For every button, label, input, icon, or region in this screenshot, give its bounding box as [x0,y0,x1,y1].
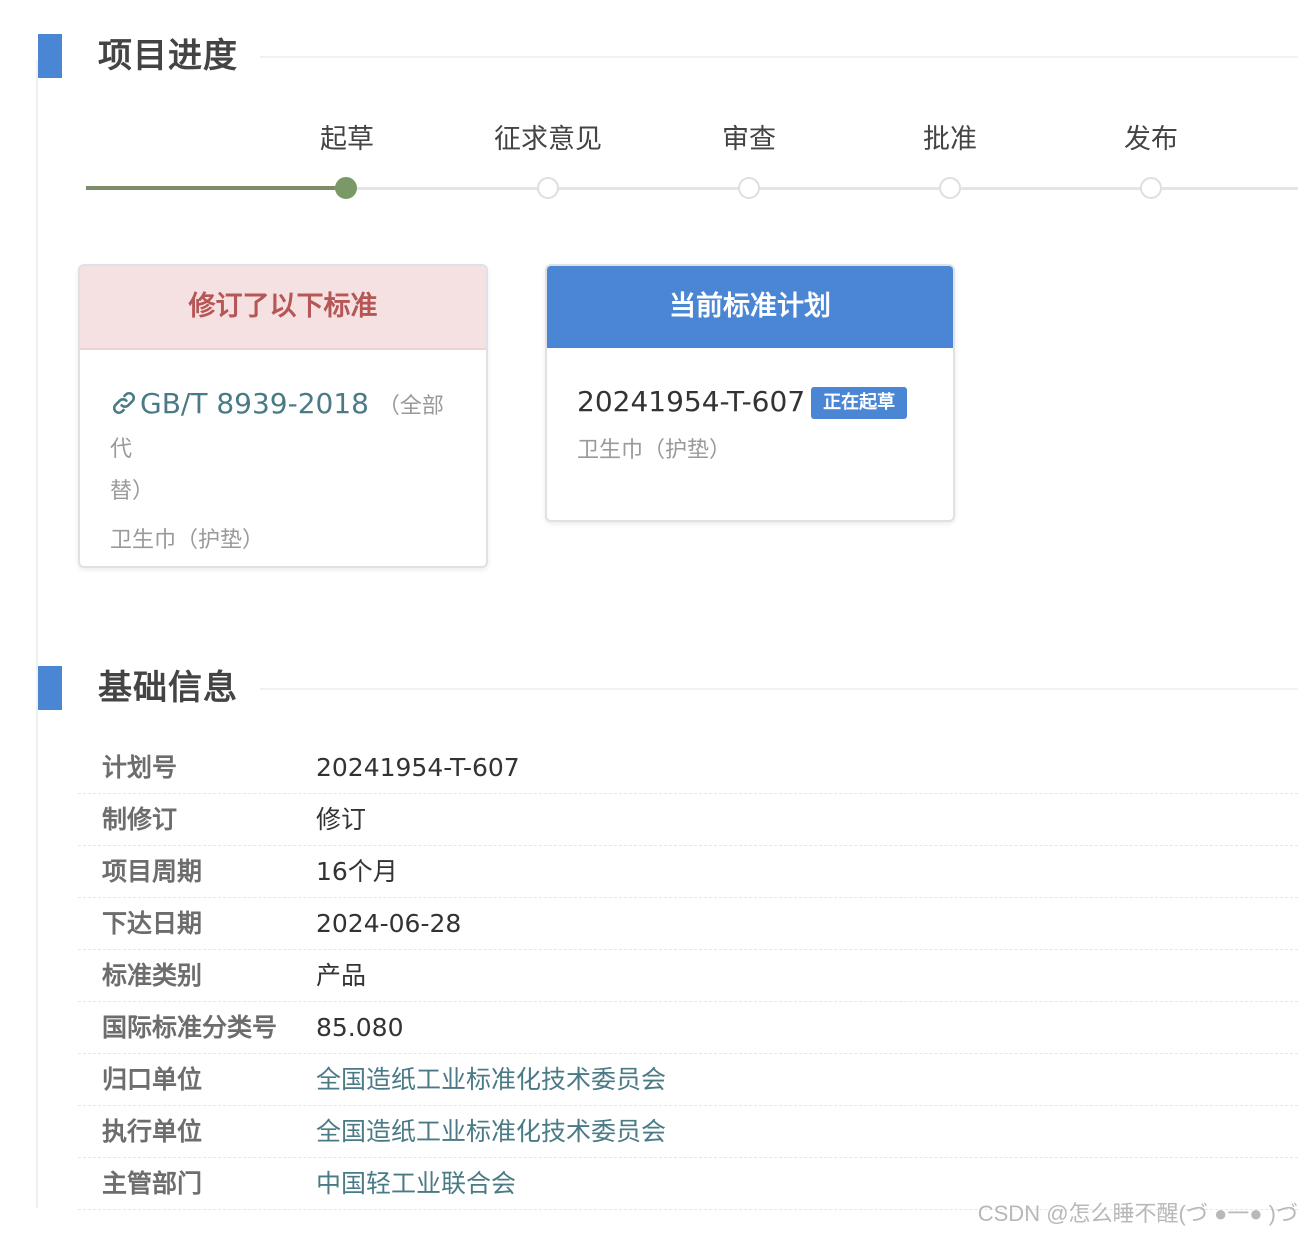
info-key: 标准类别 [102,961,203,990]
watermark: CSDN @怎么睡不醒(づ ●一● )づ [977,1201,1298,1226]
timeline-progress-fill [86,186,348,190]
link-icon [112,391,136,415]
section-accent-bar [38,666,62,710]
info-value: 16个月 [316,857,398,886]
info-key: 制修订 [102,805,178,834]
info-value-link[interactable]: 全国造纸工业标准化技术委员会 [316,1054,666,1105]
timeline-step-consultation[interactable]: 征求意见 [468,120,628,199]
info-row-revision-type: 制修订 修订 [78,794,1298,846]
info-key: 计划号 [102,753,178,782]
revised-standard-card: 修订了以下标准 GB/T 8939-2018 （全部代 替） 卫生巾（护垫） [78,264,488,568]
step-label: 发布 [1124,124,1178,155]
info-row-responsible-unit: 归口单位 全国造纸工业标准化技术委员会 [78,1054,1298,1106]
progress-timeline: 起草 征求意见 审查 批准 发布 [86,120,1298,210]
section-divider [260,56,1298,58]
replacement-note-cont: 替） [110,479,155,504]
info-value: 修订 [316,805,367,834]
info-value-link[interactable]: 全国造纸工业标准化技术委员会 [316,1106,666,1157]
info-key: 国际标准分类号 [102,1013,278,1042]
info-value: 20241954-T-607 [316,753,520,782]
step-dot-active [335,177,357,199]
step-dot [939,177,961,199]
section-accent-bar [38,34,62,78]
info-row-plan-number: 计划号 20241954-T-607 [78,742,1298,794]
step-label: 审查 [722,124,776,155]
info-key: 项目周期 [102,857,203,886]
info-value: 产品 [316,961,367,990]
revised-standard-link-row[interactable]: GB/T 8939-2018 （全部代 替） [110,384,456,514]
info-row-project-period: 项目周期 16个月 [78,846,1298,898]
current-plan-card: 当前标准计划 20241954-T-607 正在起草 卫生巾（护垫） [545,264,955,522]
plan-standard-name: 卫生巾（护垫） [577,438,732,463]
info-row-ics-number: 国际标准分类号 85.080 [78,1002,1298,1054]
info-value: 85.080 [316,1013,404,1042]
info-row-executing-unit: 执行单位 全国造纸工业标准化技术委员会 [78,1106,1298,1158]
progress-section-header: 项目进度 [38,30,1298,82]
basic-info-table: 计划号 20241954-T-607 制修订 修订 项目周期 16个月 下达日期… [78,742,1298,1210]
plan-number-row: 20241954-T-607 正在起草 [577,382,923,422]
basic-info-section-title: 基础信息 [98,668,238,708]
info-row-standard-category: 标准类别 产品 [78,950,1298,1002]
revised-card-header: 修订了以下标准 [80,266,486,350]
basic-info-section-header: 基础信息 [38,662,1298,714]
step-dot [738,177,760,199]
info-value: 2024-06-28 [316,909,462,938]
section-divider [260,688,1298,690]
left-rule [36,60,38,1208]
status-badge: 正在起草 [811,387,908,419]
timeline-step-review[interactable]: 审查 [669,120,829,199]
step-dot [537,177,559,199]
revised-standard-name: 卫生巾（护垫） [110,528,265,553]
plan-card-header: 当前标准计划 [547,266,953,348]
timeline-step-drafting[interactable]: 起草 [267,120,427,199]
info-key: 下达日期 [102,909,203,938]
revised-standard-code[interactable]: GB/T 8939-2018 [140,387,369,420]
step-label: 批准 [923,124,977,155]
timeline-step-approval[interactable]: 批准 [870,120,1030,199]
step-dot [1140,177,1162,199]
info-key: 主管部门 [102,1169,203,1198]
info-key: 归口单位 [102,1065,203,1094]
timeline-step-publish[interactable]: 发布 [1071,120,1231,199]
step-label: 起草 [320,124,374,155]
progress-section-title: 项目进度 [98,36,238,76]
info-value-link[interactable]: 中国轻工业联合会 [316,1158,516,1209]
step-label: 征求意见 [494,124,602,155]
plan-number: 20241954-T-607 [577,385,806,418]
info-row-issue-date: 下达日期 2024-06-28 [78,898,1298,950]
info-key: 执行单位 [102,1117,203,1146]
